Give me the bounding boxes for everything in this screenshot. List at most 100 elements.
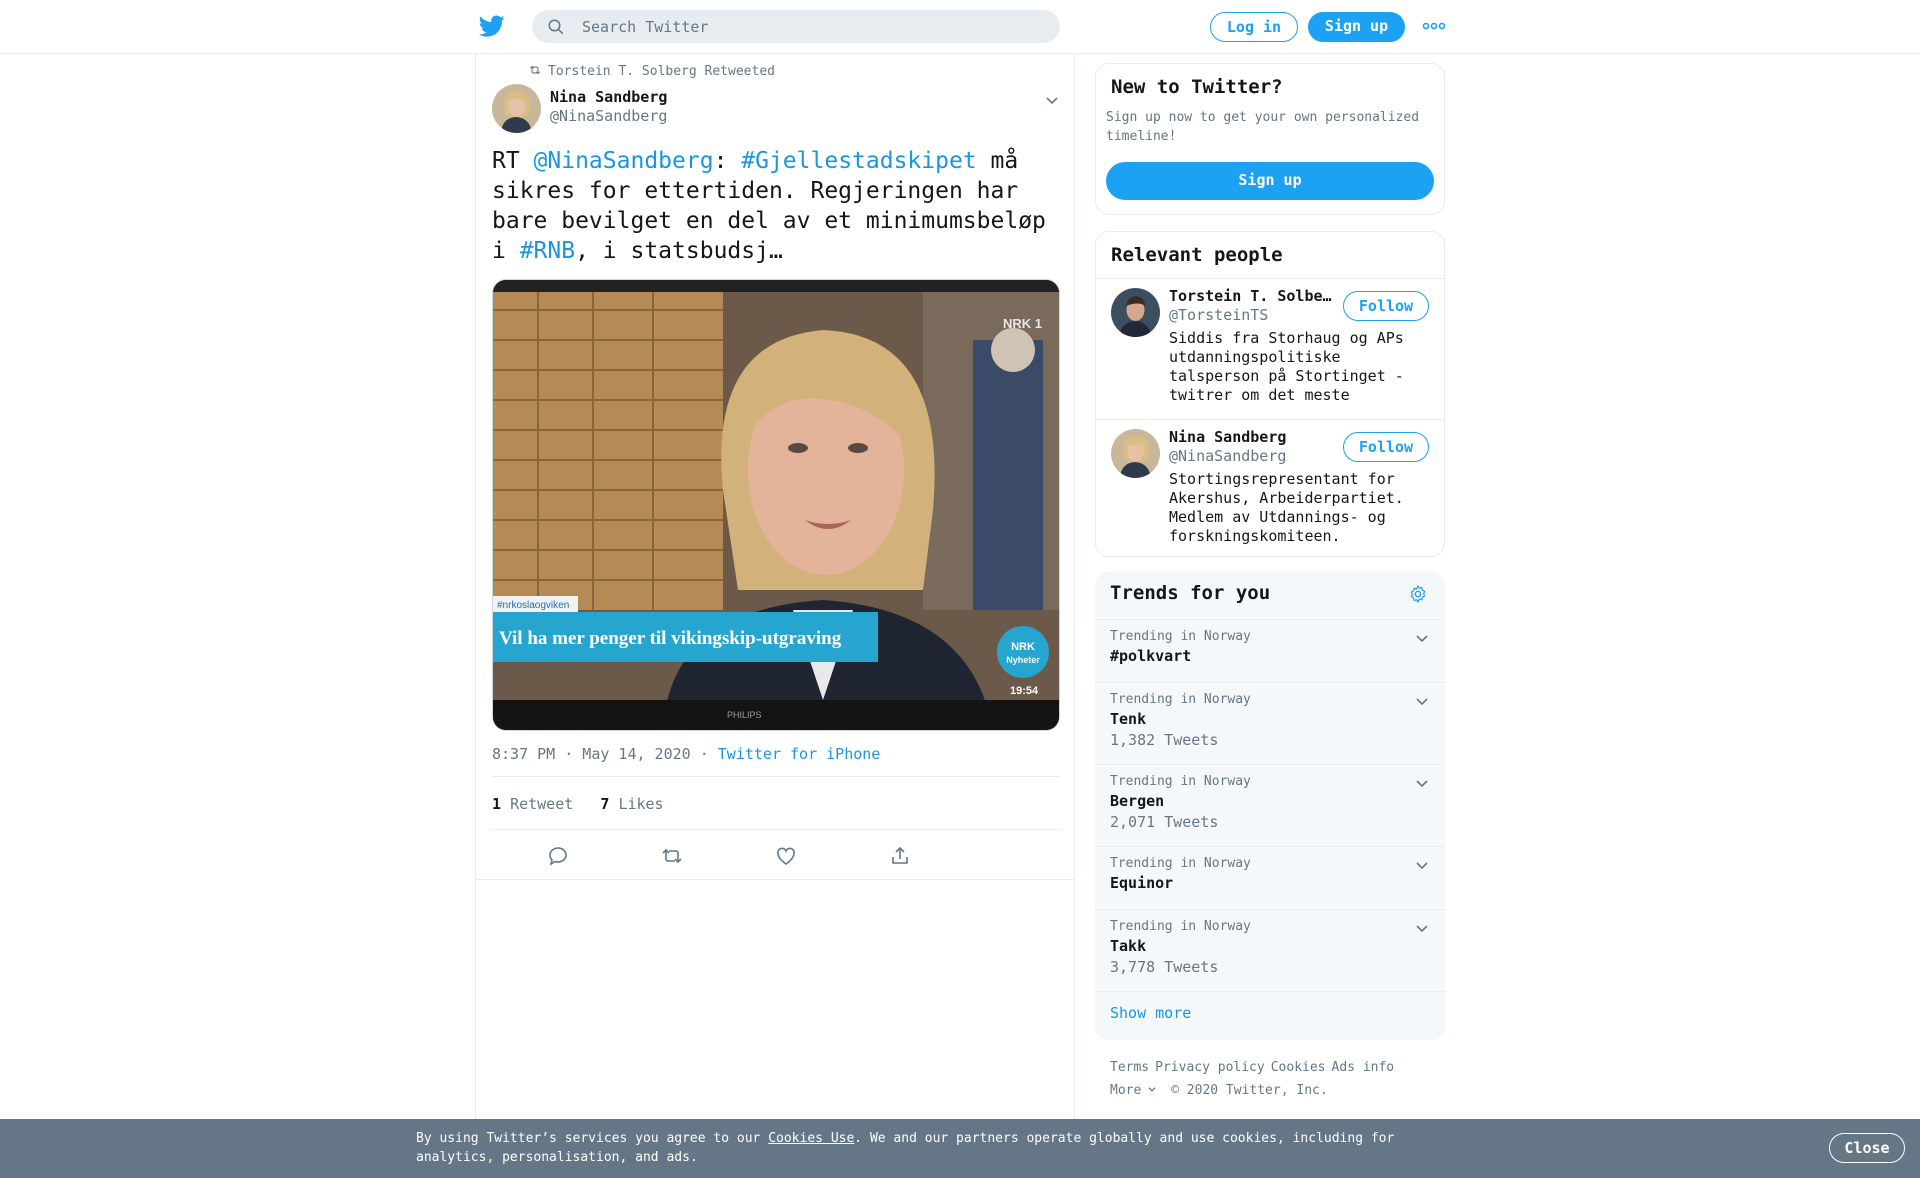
relevant-people-card: Relevant people Torstein T. Solberg @Tor…	[1095, 231, 1445, 557]
footer-more-menu[interactable]: More	[1110, 1083, 1157, 1098]
trend-name[interactable]: Bergen	[1110, 792, 1164, 810]
footer-copyright: © 2020 Twitter, Inc.	[1171, 1083, 1328, 1098]
login-button[interactable]: Log in	[1210, 12, 1298, 42]
like-heart-icon[interactable]	[774, 844, 798, 868]
footer-ads-link[interactable]: Ads info	[1332, 1060, 1395, 1075]
person-name[interactable]: Torstein T. Solberg	[1169, 287, 1337, 305]
footer-terms-link[interactable]: Terms	[1110, 1060, 1149, 1075]
trend-name[interactable]: #polkvart	[1110, 647, 1191, 665]
person-handle[interactable]: @TorsteinTS	[1169, 306, 1268, 324]
show-more-link[interactable]: Show more	[1110, 1004, 1191, 1022]
tweet-text-segment: , i statsbudsj…	[575, 238, 783, 264]
trend-tweet-count: 2,071 Tweets	[1110, 813, 1219, 831]
more-dots-icon[interactable]	[1422, 17, 1446, 35]
trends-title: Trends for you	[1110, 582, 1271, 604]
avatar[interactable]	[1111, 288, 1160, 337]
follow-button[interactable]: Follow	[1343, 432, 1429, 462]
tweet-stats: 1 Retweet 7 Likes	[492, 795, 664, 813]
footer-cookies-link[interactable]: Cookies	[1271, 1060, 1326, 1075]
trend-item[interactable]: Trending in Norway Tenk 1,382 Tweets	[1095, 682, 1445, 764]
like-stat[interactable]: 7 Likes	[600, 795, 663, 813]
divider	[492, 776, 1060, 777]
signup-button[interactable]: Sign up	[1308, 12, 1405, 42]
retweet-icon	[529, 65, 541, 75]
new-to-twitter-title: New to Twitter?	[1111, 76, 1283, 98]
twitter-bird-logo-icon[interactable]	[478, 13, 506, 39]
retweet-context[interactable]: Torstein T. Solberg Retweeted	[528, 63, 775, 79]
top-navigation-bar: Search Twitter Log in Sign up	[0, 0, 1920, 54]
new-to-twitter-card: New to Twitter? Sign up now to get your …	[1095, 63, 1445, 215]
like-count: 7	[600, 795, 610, 813]
chevron-down-icon[interactable]	[1414, 920, 1430, 936]
search-box[interactable]: Search Twitter	[532, 10, 1060, 43]
author-avatar[interactable]	[492, 84, 541, 133]
retweet-stat[interactable]: 1 Retweet	[492, 795, 573, 813]
share-icon[interactable]	[888, 844, 912, 868]
trend-context: Trending in Norway	[1110, 774, 1251, 789]
mention-link[interactable]: @NinaSandberg	[534, 148, 714, 174]
relevant-people-title: Relevant people	[1111, 244, 1283, 266]
trend-item[interactable]: Trending in Norway Equinor	[1095, 846, 1445, 909]
hashtag-link[interactable]: #RNB	[520, 238, 575, 264]
cookie-banner-text: By using Twitter’s services you agree to…	[416, 1129, 1416, 1167]
chevron-down-icon[interactable]	[1414, 857, 1430, 873]
tweet-text-segment: :	[713, 148, 742, 174]
trend-item[interactable]: Trending in Norway Takk 3,778 Tweets	[1095, 909, 1445, 991]
trend-context: Trending in Norway	[1110, 856, 1251, 871]
chevron-down-icon[interactable]	[1414, 693, 1430, 709]
sidebar-signup-button[interactable]: Sign up	[1106, 162, 1434, 200]
close-cookie-banner-button[interactable]: Close	[1829, 1133, 1905, 1163]
person-name[interactable]: Nina Sandberg	[1169, 428, 1337, 446]
retweet-context-text: Torstein T. Solberg Retweeted	[548, 64, 775, 79]
like-label: Likes	[618, 795, 664, 813]
trend-tweet-count: 3,778 Tweets	[1110, 958, 1219, 976]
trend-name[interactable]: Takk	[1110, 937, 1146, 955]
cookie-banner: By using Twitter’s services you agree to…	[0, 1119, 1920, 1178]
footer-privacy-link[interactable]: Privacy policy	[1155, 1060, 1265, 1075]
chevron-down-icon[interactable]	[1044, 92, 1060, 108]
trend-context: Trending in Norway	[1110, 629, 1251, 644]
trend-tweet-count: 1,382 Tweets	[1110, 731, 1219, 749]
separator-dot: ·	[699, 745, 709, 763]
search-icon	[548, 19, 564, 35]
footer-more-label: More	[1110, 1083, 1142, 1098]
author-name[interactable]: Nina Sandberg	[550, 88, 667, 106]
tweet-media-photo[interactable]: #nrkoslaogviken Vil ha mer penger til vi…	[492, 279, 1060, 731]
tweet-timestamp: 8:37 PM · May 14, 2020 · Twitter for iPh…	[492, 745, 880, 763]
avatar[interactable]	[1111, 429, 1160, 478]
person-item[interactable]: Torstein T. Solberg @TorsteinTS Siddis f…	[1096, 279, 1444, 418]
retweet-count: 1	[492, 795, 502, 813]
main-column: Torstein T. Solberg Retweeted Nina Sandb…	[475, 54, 1075, 1124]
media-badge-line2: Nyheter	[1006, 655, 1040, 665]
cookies-use-link[interactable]: Cookies Use	[768, 1131, 854, 1146]
sidebar-footer: Terms Privacy policy Cookies Ads info More …	[1110, 1056, 1440, 1102]
author-handle[interactable]: @NinaSandberg	[550, 107, 667, 125]
divider	[492, 829, 1060, 830]
trend-item[interactable]: Trending in Norway #polkvart	[1095, 619, 1445, 682]
tweet-action-bar	[492, 844, 1060, 874]
settings-gear-icon[interactable]	[1408, 584, 1428, 604]
search-input[interactable]: Search Twitter	[582, 18, 708, 36]
hashtag-link[interactable]: #Gjellestadskipet	[741, 148, 976, 174]
media-badge-line1: NRK	[1011, 641, 1035, 653]
trend-name[interactable]: Equinor	[1110, 874, 1173, 892]
retweet-label: Retweet	[510, 795, 574, 813]
trend-item[interactable]: Trending in Norway Bergen 2,071 Tweets	[1095, 764, 1445, 846]
person-item[interactable]: Nina Sandberg @NinaSandberg Stortingsrep…	[1096, 419, 1444, 556]
person-handle[interactable]: @NinaSandberg	[1169, 447, 1286, 465]
retweet-action-icon[interactable]	[660, 844, 684, 868]
trend-name[interactable]: Tenk	[1110, 710, 1146, 728]
chevron-down-icon[interactable]	[1414, 775, 1430, 791]
person-bio: Stortingsrepresentant for Akershus, Arbe…	[1169, 470, 1404, 545]
tweet-source-link[interactable]: Twitter for iPhone	[718, 745, 881, 763]
chevron-down-icon	[1148, 1087, 1156, 1092]
tweet-text: RT @NinaSandberg: #Gjellestadskipet må s…	[492, 146, 1062, 266]
reply-icon[interactable]	[546, 844, 570, 868]
follow-button[interactable]: Follow	[1343, 291, 1429, 321]
chevron-down-icon[interactable]	[1414, 630, 1430, 646]
tweet-time[interactable]: 8:37 PM · May 14, 2020	[492, 745, 691, 763]
cookie-text-before: By using Twitter’s services you agree to…	[416, 1131, 769, 1146]
tweet-text-segment: RT	[492, 148, 534, 174]
trend-context: Trending in Norway	[1110, 692, 1251, 707]
trends-card: Trends for you Trending in Norway #polkv…	[1095, 572, 1445, 1040]
